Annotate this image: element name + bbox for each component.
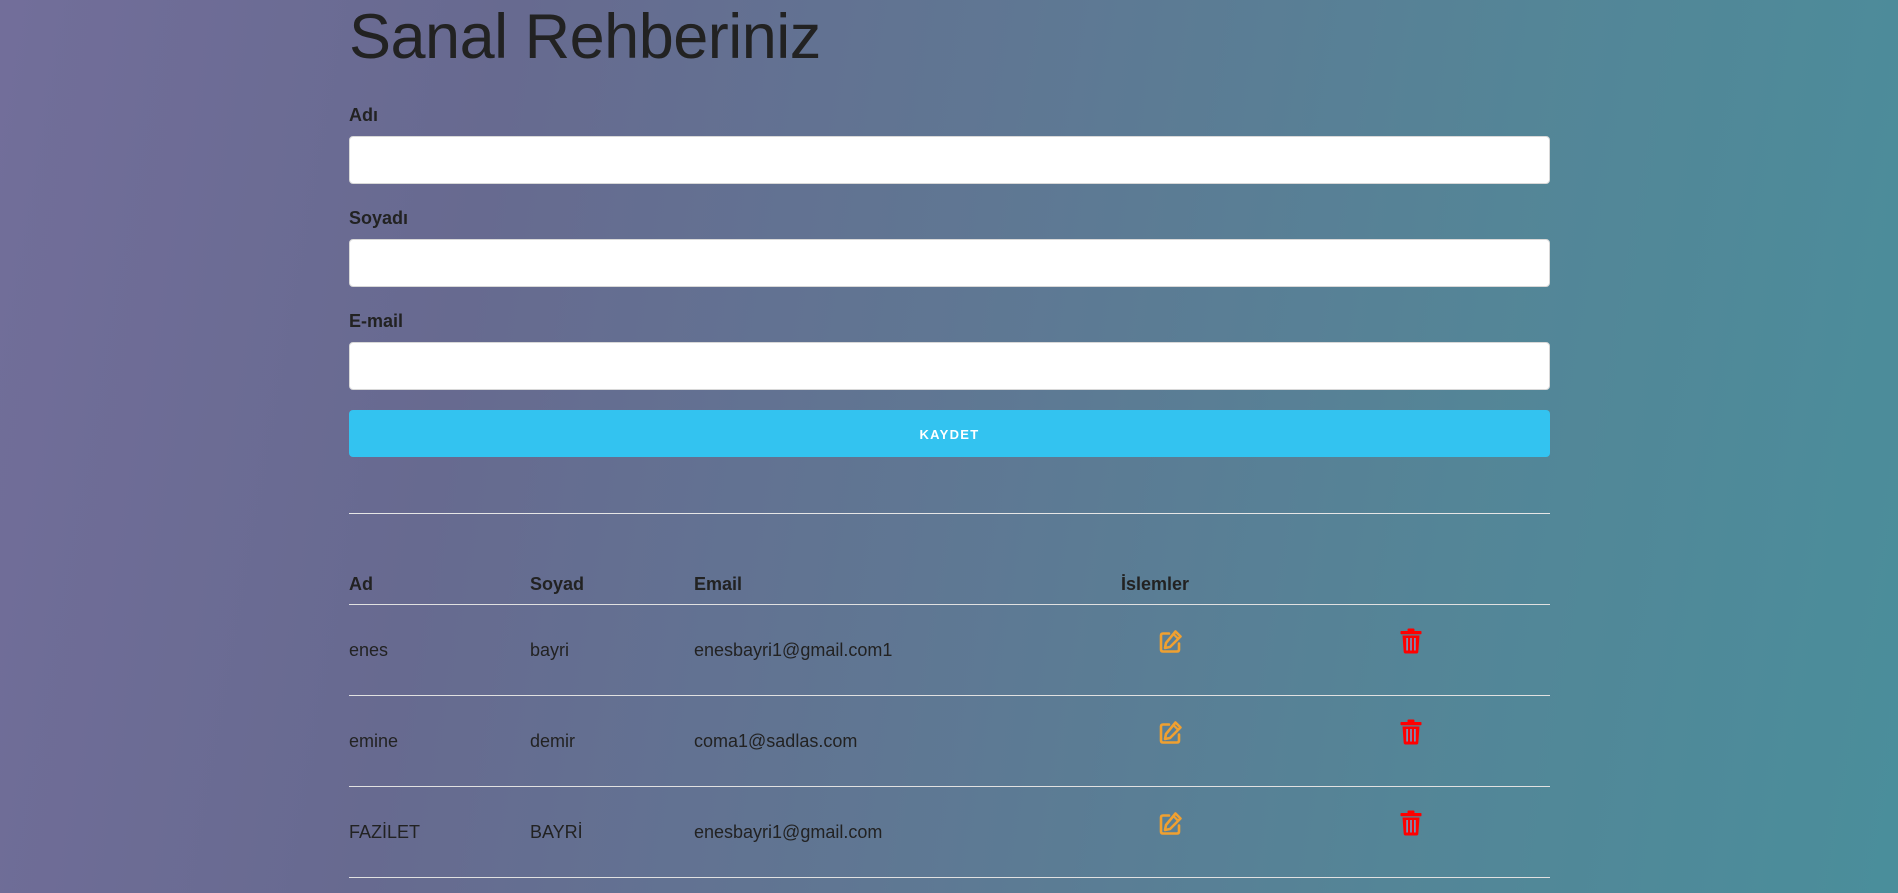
email-input[interactable] bbox=[349, 342, 1550, 390]
cell-edit bbox=[1121, 604, 1362, 696]
edit-icon[interactable] bbox=[1158, 720, 1184, 749]
divider bbox=[349, 513, 1550, 514]
header-soyad: Soyad bbox=[530, 566, 694, 605]
first-name-input[interactable] bbox=[349, 136, 1550, 184]
contacts-table: Ad Soyad Email İslemler enes bayri enesb… bbox=[349, 566, 1550, 878]
cell-edit bbox=[1121, 695, 1362, 787]
header-email: Email bbox=[694, 566, 1121, 605]
phonebook-app: Sanal Rehberiniz Adı Soyadı E-mail KAYDE… bbox=[349, 0, 1550, 878]
table-row: enes bayri enesbayri1@gmail.com1 bbox=[349, 604, 1550, 696]
cell-email: coma1@sadlas.com bbox=[694, 695, 1121, 787]
cell-ad: enes bbox=[349, 604, 530, 696]
edit-icon[interactable] bbox=[1158, 629, 1184, 658]
last-name-label: Soyadı bbox=[349, 208, 409, 228]
first-name-label: Adı bbox=[349, 105, 378, 125]
page-title: Sanal Rehberiniz bbox=[349, 2, 821, 72]
cell-soyad: bayri bbox=[530, 604, 694, 696]
trash-icon[interactable] bbox=[1400, 810, 1422, 841]
email-label: E-mail bbox=[349, 311, 404, 331]
header-islemler: İslemler bbox=[1121, 566, 1362, 605]
header-empty bbox=[1362, 566, 1550, 605]
cell-email: enesbayri1@gmail.com bbox=[694, 786, 1121, 878]
cell-delete bbox=[1362, 604, 1550, 696]
cell-email: enesbayri1@gmail.com1 bbox=[694, 604, 1121, 696]
cell-edit bbox=[1121, 786, 1362, 878]
header-ad: Ad bbox=[349, 566, 530, 605]
cell-delete bbox=[1362, 786, 1550, 878]
save-button[interactable]: KAYDET bbox=[349, 410, 1550, 457]
cell-soyad: demir bbox=[530, 695, 694, 787]
table-header-row: Ad Soyad Email İslemler bbox=[349, 566, 1550, 605]
cell-ad: emine bbox=[349, 695, 530, 787]
trash-icon[interactable] bbox=[1400, 628, 1422, 659]
table-row: emine demir coma1@sadlas.com bbox=[349, 695, 1550, 787]
last-name-input[interactable] bbox=[349, 239, 1550, 287]
cell-delete bbox=[1362, 695, 1550, 787]
edit-icon[interactable] bbox=[1158, 811, 1184, 840]
trash-icon[interactable] bbox=[1400, 719, 1422, 750]
cell-soyad: BAYRİ bbox=[530, 786, 694, 878]
table-row: FAZİLET BAYRİ enesbayri1@gmail.com bbox=[349, 786, 1550, 878]
cell-ad: FAZİLET bbox=[349, 786, 530, 878]
